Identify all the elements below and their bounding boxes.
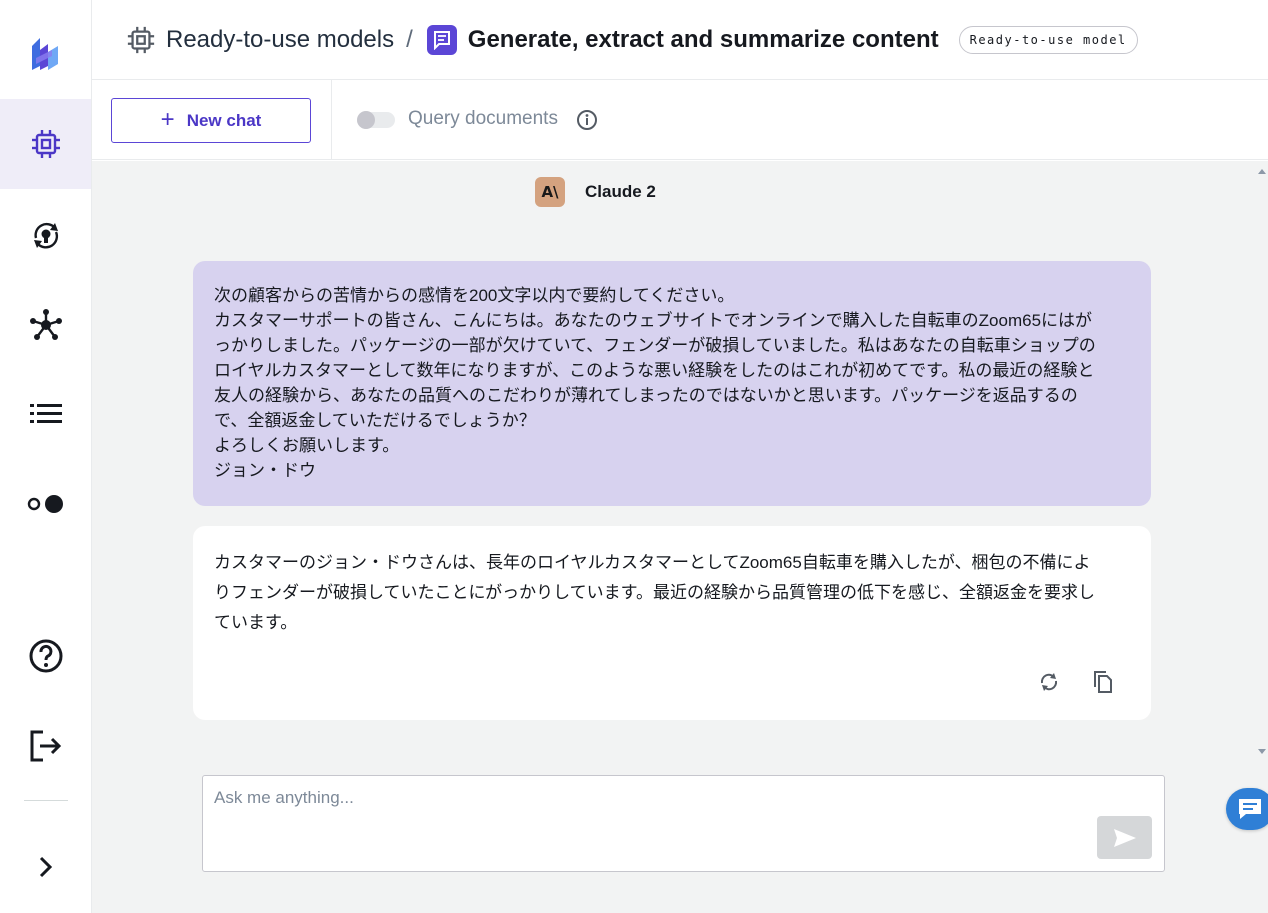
page-title: Generate, extract and summarize content <box>467 25 939 53</box>
breadcrumb: Ready-to-use models / Generate, extract … <box>92 24 1138 55</box>
feedback-chat-icon <box>1239 799 1261 819</box>
message-actions <box>1037 670 1115 694</box>
sidebar-expand-button[interactable] <box>0 822 91 912</box>
sidebar-item-models[interactable] <box>0 99 91 189</box>
network-icon <box>29 309 62 340</box>
help-icon <box>29 639 62 673</box>
refresh-bulb-icon <box>33 222 58 249</box>
user-message-line: 友人の経験から、あなたの品質へのこだわりが薄れてしまったのではないかと思います。… <box>214 386 1078 405</box>
toggle-knob <box>357 111 375 129</box>
anthropic-logo-icon: A\ <box>535 177 565 207</box>
info-icon[interactable] <box>576 109 598 131</box>
toolbar-divider <box>331 80 332 160</box>
breadcrumb-separator: / <box>406 25 413 53</box>
model-name: Claude 2 <box>585 182 656 201</box>
new-chat-button[interactable]: + New chat <box>111 98 311 143</box>
query-documents-toggle[interactable] <box>357 111 395 129</box>
chat-input-container <box>202 775 1165 872</box>
sidebar-item-settings[interactable] <box>0 459 91 549</box>
page-header: Ready-to-use models / Generate, extract … <box>92 0 1268 80</box>
user-message-line: ロイヤルカスタマーとして数年になりますが、このような悪い経験をしたのはこれが初め… <box>214 361 1095 380</box>
chat-bubble-icon <box>426 24 457 55</box>
user-message-line: 次の顧客からの苦情からの感情を200文字以内で要約してください。 <box>214 286 735 305</box>
new-chat-label: New chat <box>186 110 262 130</box>
feedback-button[interactable] <box>1226 788 1268 830</box>
copy-icon[interactable] <box>1091 670 1115 694</box>
scroll-up-arrow[interactable] <box>1258 169 1266 174</box>
chat-toolbar: + New chat Query documents <box>92 80 1268 160</box>
assistant-message-line: ています。 <box>214 613 298 632</box>
breadcrumb-models-link[interactable]: Ready-to-use models <box>166 26 394 54</box>
send-button[interactable] <box>1097 816 1152 859</box>
assistant-message: カスタマーのジョン・ドウさんは、長年のロイヤルカスタマーとしてZoom65自転車… <box>193 526 1151 720</box>
user-message-line: よろしくお願いします。 <box>214 436 400 455</box>
sidebar-item-datasets[interactable] <box>0 280 91 370</box>
assistant-message-line: カスタマーのジョン・ドウさんは、長年のロイヤルカスタマーとしてZoom65自転車… <box>214 553 1091 572</box>
user-message: 次の顧客からの苦情からの感情を200文字以内で要約してください。 カスタマーサポ… <box>193 261 1151 506</box>
chat-input[interactable] <box>203 776 1083 871</box>
sign-out-icon <box>30 730 61 762</box>
sidebar <box>0 0 92 913</box>
list-icon <box>29 404 62 423</box>
send-icon <box>1113 828 1136 847</box>
sidebar-item-sign-out[interactable] <box>0 701 91 791</box>
model-header: A\ Claude 2 <box>535 177 656 207</box>
user-message-line: ジョン・ドウ <box>214 461 316 480</box>
user-message-line: で、全額返金していただけるでしょうか？ <box>214 411 536 430</box>
sidebar-item-help[interactable] <box>0 611 91 701</box>
sidebar-divider <box>24 800 68 801</box>
query-documents-label: Query documents <box>408 108 558 129</box>
app-root: Ready-to-use models / Generate, extract … <box>0 0 1268 913</box>
regenerate-icon[interactable] <box>1037 670 1061 694</box>
chevron-right-icon <box>39 856 52 878</box>
chat-area: A\ Claude 2 次の顧客からの苦情からの感情を200文字以内で要約してく… <box>92 161 1268 913</box>
sidebar-item-automations[interactable] <box>0 190 91 280</box>
chip-icon <box>127 26 155 53</box>
app-logo[interactable] <box>26 36 66 72</box>
chip-icon <box>31 130 60 158</box>
model-type-badge: Ready-to-use model <box>958 25 1138 54</box>
assistant-message-line: りフェンダーが破損していたことにがっかりしています。最近の経験から品質管理の低下… <box>214 583 1095 602</box>
user-message-line: っかりしました。パッケージの一部が欠けていて、フェンダーが破損していました。私は… <box>214 336 1096 355</box>
scroll-down-arrow[interactable] <box>1258 749 1266 754</box>
sidebar-item-list[interactable] <box>0 369 91 459</box>
plus-icon: + <box>160 105 175 133</box>
user-message-line: カスタマーサポートの皆さん、こんにちは。あなたのウェブサイトでオンラインで購入し… <box>214 311 1093 330</box>
toggle-dots-icon <box>27 495 63 513</box>
